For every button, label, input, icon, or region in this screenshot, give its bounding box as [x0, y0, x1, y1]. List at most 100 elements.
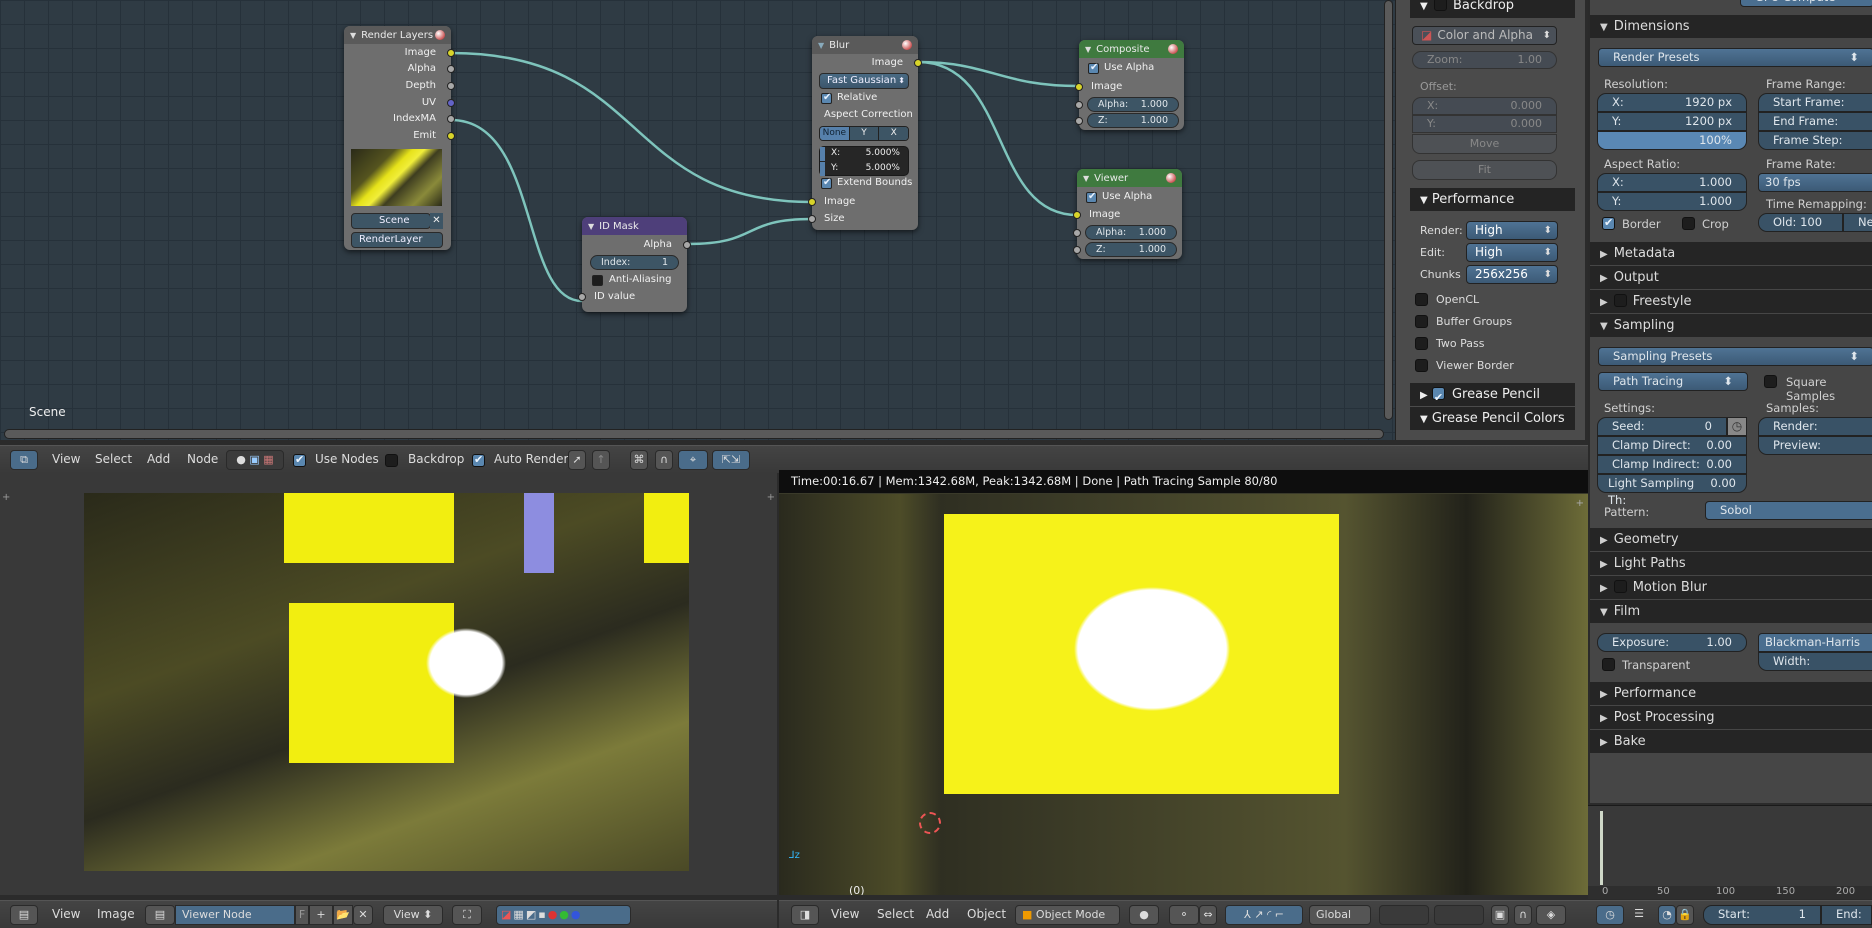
id-mask-node[interactable]: ▼ ID Mask Alpha Index: 1 Anti-Aliasing ID …	[578, 217, 691, 312]
image-editor[interactable]: + +	[0, 472, 777, 895]
filter-type-dropdown[interactable]: Blackman-Harris	[1758, 633, 1872, 652]
exposure-field[interactable]: Exposure: 1.00	[1597, 633, 1747, 652]
viewer-border-checkbox[interactable]	[1415, 359, 1428, 372]
image-name-field[interactable]: Viewer Node	[175, 905, 295, 925]
geometry-header[interactable]: ▶ Geometry	[1590, 528, 1872, 551]
3d-cursor-icon[interactable]	[919, 812, 941, 834]
menu-view[interactable]: View	[52, 907, 80, 921]
socket-image[interactable]	[1073, 211, 1081, 219]
copy-paste-icon[interactable]: ⇱⇲	[712, 450, 750, 470]
new-image-icon[interactable]: +	[309, 905, 333, 925]
socket-alpha[interactable]	[1075, 101, 1083, 109]
sampling-header[interactable]: ▼ Sampling	[1590, 314, 1872, 337]
grease-pencil-colors-header[interactable]: ▼ Grease Pencil Colors	[1410, 407, 1575, 430]
offset-y-field[interactable]: Y: 0.000	[1412, 115, 1557, 133]
socket-id-value[interactable]	[578, 293, 586, 301]
frame-rate-dropdown[interactable]: 30 fps	[1758, 173, 1872, 192]
alpha-field[interactable]: Alpha: 1.000	[1085, 225, 1177, 240]
border-checkbox[interactable]	[1602, 216, 1615, 230]
red-channel-icon[interactable]: ●	[548, 908, 560, 921]
editor-type-button[interactable]: ◨	[791, 905, 819, 925]
resolution-percentage-slider[interactable]: 100%	[1597, 131, 1747, 150]
zoom-field[interactable]: Zoom: 1.00	[1412, 51, 1557, 69]
node-header[interactable]: ▼ Blur	[812, 36, 918, 54]
expand-icon[interactable]: +	[2, 492, 10, 503]
grease-pencil-layers-checkbox[interactable]	[1431, 386, 1445, 409]
lock-layers-icon[interactable]: ▣	[1491, 905, 1509, 925]
orientation-dropdown[interactable]: Global	[1309, 905, 1371, 925]
socket-alpha[interactable]	[1073, 229, 1081, 237]
y-value[interactable]: 5.000%	[866, 163, 900, 173]
node-tree-type-selector[interactable]: ● ▣ ▦	[226, 450, 284, 470]
backdrop-checkbox[interactable]	[1433, 0, 1447, 11]
bake-header[interactable]: ▶ Bake	[1590, 730, 1872, 753]
aspect-x-button[interactable]: X	[878, 127, 908, 140]
light-sampling-threshold-field[interactable]: Light Sampling Th: 0.00	[1597, 474, 1747, 507]
filter-width-field[interactable]: Width:	[1758, 652, 1872, 671]
film-header[interactable]: ▼ Film	[1590, 600, 1872, 623]
use-alpha-checkbox[interactable]	[1088, 63, 1099, 74]
offset-x-field[interactable]: X: 0.000	[1412, 97, 1557, 115]
post-processing-header[interactable]: ▶ Post Processing	[1590, 706, 1872, 729]
socket-indexma[interactable]	[447, 115, 455, 123]
timeline[interactable]: 0 50 100 150 200	[1588, 805, 1872, 899]
freestyle-checkbox[interactable]	[1613, 294, 1627, 307]
extend-bounds-checkbox[interactable]	[821, 178, 832, 189]
socket-depth[interactable]	[447, 82, 455, 90]
motion-blur-checkbox[interactable]	[1613, 580, 1627, 593]
editor-type-button[interactable]: ⧉	[10, 450, 38, 470]
render-layer-selector[interactable]: RenderLayer	[351, 232, 443, 248]
color-alpha-icon[interactable]: ◪	[501, 908, 513, 921]
menu-image[interactable]: Image	[97, 907, 135, 921]
clamp-direct-field[interactable]: Clamp Direct: 0.00	[1597, 436, 1747, 455]
freestyle-header[interactable]: ▶ Freestyle	[1590, 290, 1872, 313]
render-layers-node[interactable]: ▼ Render Layers Image Alpha Depth UV Inde…	[344, 26, 455, 250]
square-samples-checkbox[interactable]	[1764, 375, 1777, 388]
layers-grid-2[interactable]	[1434, 905, 1484, 925]
node-tree-icon[interactable]: ⌘	[630, 450, 648, 470]
socket-image-in[interactable]	[808, 198, 816, 206]
channels-dropdown[interactable]: ◪ Color and Alpha	[1412, 26, 1557, 45]
socket-alpha[interactable]	[683, 241, 691, 249]
sampling-presets-dropdown[interactable]: Sampling Presets ⬍	[1598, 347, 1872, 366]
alpha-field[interactable]: Alpha: 1.000	[1087, 97, 1179, 112]
aspect-x-field[interactable]: X: 1.000	[1597, 173, 1747, 192]
integrator-dropdown[interactable]: Path Tracing ⬍	[1598, 372, 1748, 391]
pivot-dropdown[interactable]: ⚬	[1169, 905, 1199, 925]
backdrop-panel-header[interactable]: ▼ Backdrop	[1410, 0, 1575, 18]
expand-icon[interactable]: +	[1576, 498, 1584, 509]
menu-add[interactable]: Add	[147, 452, 170, 466]
3d-viewport[interactable]: Time:00:16.67 | Mem:1342.68M, Peak:1342.…	[779, 470, 1588, 895]
backdrop-toggle-checkbox[interactable]	[385, 454, 398, 467]
filter-type-dropdown[interactable]: Fast Gaussian ⬍	[819, 73, 909, 89]
blue-channel-icon[interactable]: ●	[571, 908, 583, 921]
pivot-icon[interactable]: ⛶	[452, 905, 482, 925]
socket-z[interactable]	[1075, 117, 1083, 125]
performance-header[interactable]: ▶ Performance	[1590, 682, 1872, 705]
z-buffer-icon[interactable]: ◩	[526, 908, 538, 921]
buffer-groups-checkbox[interactable]	[1415, 315, 1428, 328]
edit-quality-dropdown[interactable]: High	[1466, 243, 1558, 262]
time-old-field[interactable]: Old: 100	[1758, 213, 1843, 232]
pin-icon[interactable]: ➚	[568, 450, 586, 470]
mode-dropdown[interactable]: ■ Object Mode	[1015, 905, 1120, 925]
menu-object[interactable]: Object	[967, 907, 1006, 921]
menu-view[interactable]: View	[52, 452, 80, 466]
dimensions-header[interactable]: ▼ Dimensions	[1590, 15, 1872, 38]
chunks-dropdown[interactable]: 256x256	[1466, 265, 1558, 284]
scale-icon[interactable]: ⌐	[1275, 908, 1284, 921]
use-nodes-checkbox[interactable]	[293, 453, 306, 467]
fake-user-button[interactable]: F	[295, 905, 309, 925]
seed-field[interactable]: Seed: 0	[1597, 417, 1727, 436]
menu-select[interactable]: Select	[95, 452, 132, 466]
manipulator-icon[interactable]: ⇔	[1199, 905, 1217, 925]
alpha-icon[interactable]: ▦	[513, 908, 525, 921]
output-header[interactable]: ▶ Output	[1590, 266, 1872, 289]
editor-type-button[interactable]: ◷	[1596, 905, 1624, 925]
z-field[interactable]: Z: 1.000	[1087, 113, 1179, 128]
motion-blur-header[interactable]: ▶ Motion Blur	[1590, 576, 1872, 599]
node-header[interactable]: ▼ Render Layers	[344, 26, 451, 44]
socket-image-out[interactable]	[914, 59, 922, 67]
auto-render-checkbox[interactable]	[472, 453, 485, 467]
opencl-checkbox[interactable]	[1415, 293, 1428, 306]
